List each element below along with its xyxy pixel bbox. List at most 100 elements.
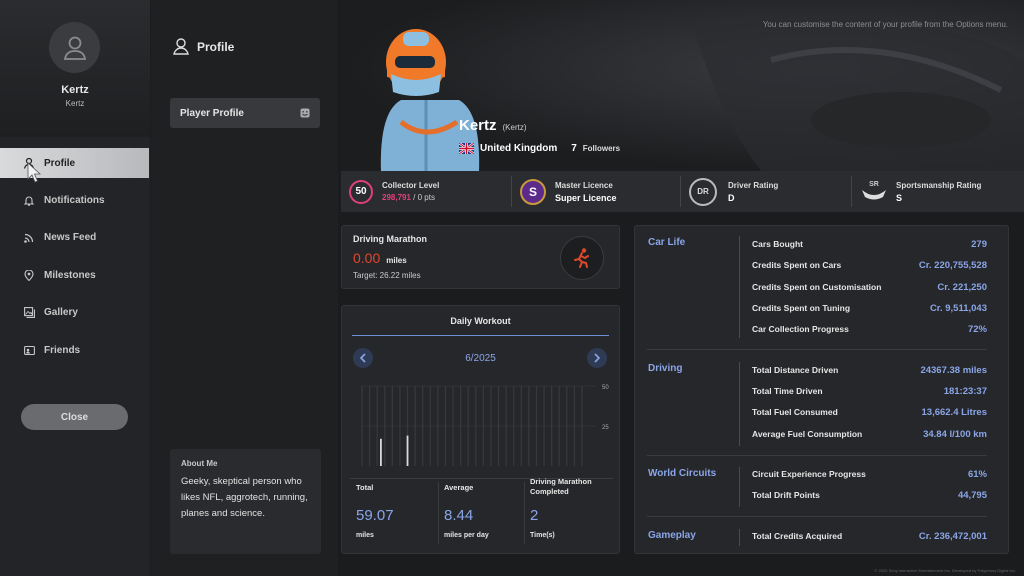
- collector-level-title: Collector Level: [382, 181, 440, 190]
- profile-title: Profile: [197, 39, 235, 54]
- gallery-icon: [22, 307, 36, 319]
- licence-value: Super Licence: [555, 192, 617, 203]
- mouse-cursor-icon: [27, 162, 43, 189]
- licence-badge: S: [520, 178, 546, 205]
- prev-month-button[interactable]: [353, 348, 373, 368]
- completed-unit: Time(s): [530, 532, 555, 539]
- stat-value: Cr. 236,472,001: [918, 530, 987, 542]
- sidebar-item-label: News Feed: [44, 232, 97, 244]
- about-me-panel: About Me Geeky, skeptical person who lik…: [170, 449, 321, 554]
- total-label: Total: [356, 483, 374, 492]
- sportsmanship-title: Sportsmanship Rating: [896, 180, 982, 190]
- player-profile-label: Player Profile: [180, 107, 244, 119]
- bell-icon: [22, 195, 36, 206]
- section-divider: [739, 236, 740, 338]
- stat-label: Car Collection Progress: [752, 324, 849, 334]
- player-name: Kertz: [459, 117, 497, 134]
- stat-label: Total Drift Points: [752, 490, 820, 500]
- stat-value: 44,795: [957, 489, 987, 501]
- licence-title: Master Licence: [555, 180, 613, 190]
- sportsmanship-badge: SR: [860, 177, 888, 207]
- marathon-target: Target: 26.22 miles: [353, 271, 421, 280]
- section-title: Gameplay: [648, 530, 696, 541]
- y-tick-label: 50: [602, 385, 609, 391]
- stat-value: 279: [971, 238, 987, 250]
- driver-rating-badge: DR: [689, 177, 717, 206]
- next-month-button[interactable]: [587, 348, 607, 368]
- section-title: World Circuits: [648, 468, 717, 479]
- workout-month: 6/2025: [465, 353, 496, 364]
- stat-value: 24367.38 miles: [920, 364, 987, 376]
- player-profile-button[interactable]: Player Profile: [170, 98, 320, 128]
- stat-row: Total Drift Points 44,795: [752, 487, 987, 503]
- stat-row: Car Collection Progress 72%: [752, 321, 987, 337]
- face-icon: [300, 108, 310, 118]
- sportsmanship-stat: SR Sportsmanship Rating S: [860, 171, 981, 212]
- driver-rating-title: Driver Rating: [728, 180, 779, 190]
- stat-label: Circuit Experience Progress: [752, 469, 866, 479]
- sidebar-item-label: Friends: [44, 344, 81, 356]
- stat-label: Average Fuel Consumption: [752, 429, 863, 439]
- licence-stat: S Master Licence Super Licence: [520, 171, 617, 212]
- sportsmanship-value: S: [896, 192, 903, 203]
- sidebar-item-label: Profile: [44, 157, 76, 169]
- stat-label: Credits Spent on Customisation: [752, 282, 882, 292]
- y-tick-label: 25: [602, 425, 609, 431]
- person-icon: [173, 38, 189, 55]
- stat-row: Total Distance Driven 24367.38 miles: [752, 362, 987, 378]
- sidebar-item-notifications[interactable]: Notifications: [0, 185, 150, 215]
- stat-row: Average Fuel Consumption 34.84 l/100 km: [752, 426, 987, 442]
- stat-row: Credits Spent on Tuning Cr. 9,511,043: [752, 300, 987, 316]
- section-separator: [647, 349, 987, 350]
- section-divider: [739, 362, 740, 446]
- banner-notice: You can customise the content of your pr…: [762, 20, 1008, 29]
- about-title: About Me: [181, 459, 218, 468]
- stat-label: Credits Spent on Cars: [752, 260, 842, 270]
- sidebar-item-milestones[interactable]: Milestones: [0, 260, 150, 290]
- stats-row: 50 Collector Level 298,791 / 0 pts S Mas…: [341, 171, 1024, 212]
- driver-rating-value: D: [728, 192, 735, 203]
- sidebar-item-gallery[interactable]: Gallery: [0, 298, 150, 328]
- stat-value: 181:23:37: [943, 385, 987, 397]
- total-value: 59.07: [356, 507, 394, 524]
- divider: [680, 176, 681, 207]
- sidebar-item-label: Gallery: [44, 307, 78, 319]
- workout-underline: [352, 335, 609, 336]
- section-divider: [739, 529, 740, 546]
- marathon-unit: miles: [386, 256, 407, 265]
- friends-icon: [22, 345, 36, 356]
- runner-icon: [560, 236, 604, 280]
- stat-value: 72%: [967, 323, 987, 335]
- total-unit: miles: [356, 532, 374, 539]
- stat-label: Total Fuel Consumed: [752, 407, 838, 417]
- user-name: Kertz: [61, 84, 89, 96]
- chevron-left-icon: [359, 353, 366, 363]
- profile-heading: Profile: [173, 38, 234, 55]
- stat-row: Total Time Driven 181:23:37: [752, 383, 987, 399]
- average-unit: miles per day: [444, 532, 489, 539]
- sidebar-item-profile[interactable]: Profile: [0, 148, 149, 178]
- footer-copyright: © 2025 Sony Interactive Entertainment In…: [874, 568, 1016, 573]
- collector-points: 298,791: [382, 193, 411, 202]
- avatar: [49, 22, 100, 73]
- section-separator: [647, 516, 987, 517]
- stat-value: Cr. 9,511,043: [929, 302, 987, 314]
- followers-label[interactable]: Followers: [583, 144, 620, 153]
- wings-icon: [862, 190, 886, 200]
- followers-count: 7: [571, 143, 577, 154]
- close-button[interactable]: Close: [21, 404, 128, 430]
- player-handle: (Kertz): [502, 123, 527, 132]
- stat-value: 61%: [967, 468, 987, 480]
- chevron-right-icon: [594, 353, 601, 363]
- stat-value: Cr. 220,755,528: [918, 259, 987, 271]
- average-label: Average: [444, 483, 474, 492]
- divider: [851, 176, 852, 207]
- profile-banner: You can customise the content of your pr…: [341, 0, 1024, 171]
- driving-marathon-card: Driving Marathon 0.00 miles Target: 26.2…: [341, 225, 620, 289]
- workout-chart: 50 25: [361, 385, 609, 466]
- stat-label: Total Credits Acquired: [752, 531, 843, 541]
- stat-row: Circuit Experience Progress 61%: [752, 466, 987, 482]
- sidebar-item-friends[interactable]: Friends: [0, 335, 150, 365]
- sidebar-item-news-feed[interactable]: News Feed: [0, 223, 150, 253]
- stat-value: Cr. 221,250: [937, 281, 987, 293]
